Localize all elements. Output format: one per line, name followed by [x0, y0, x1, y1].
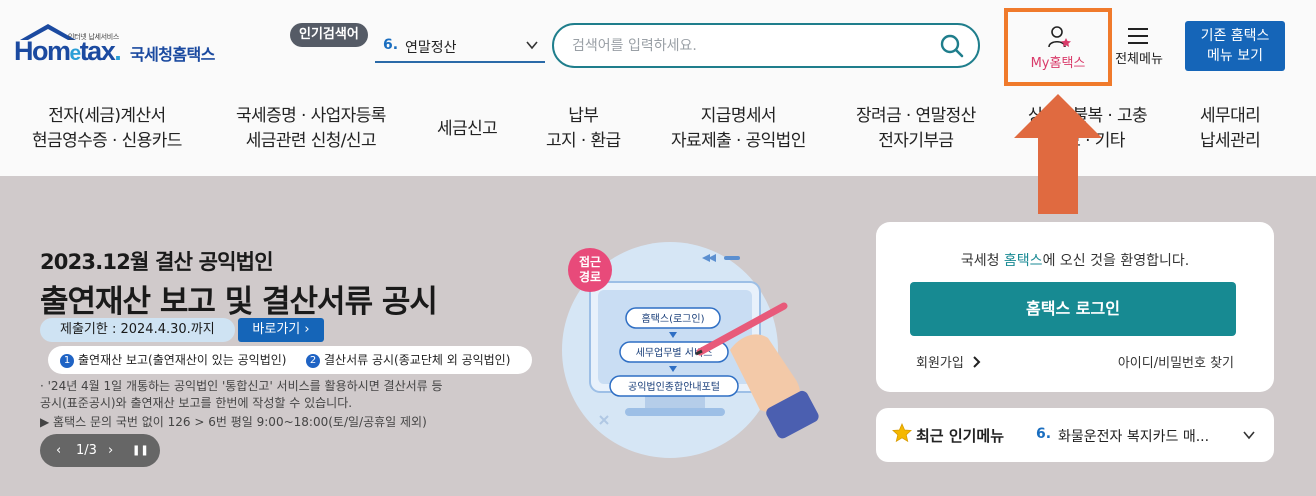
nav-label: 전자기부금	[878, 131, 954, 151]
number-badge: 2	[306, 354, 320, 368]
item-text: 결산서류 공시(종교단체 외 공익법인)	[324, 353, 511, 367]
welcome-text: 국세청 홈택스에 오신 것을 환영합니다.	[876, 250, 1274, 270]
search-icon[interactable]	[940, 34, 964, 58]
banner-note-1: · '24년 4월 1일 개통하는 공익법인 '통합신고' 서비스를 활용하시면…	[40, 379, 443, 393]
step-3: 공익법인종합안내포털	[628, 381, 720, 393]
main-content: 2023.12월 결산 공익법인 출연재산 보고 및 결산서류 공시 제출기한 …	[0, 176, 1316, 496]
promo-banner[interactable]: 2023.12월 결산 공익법인 출연재산 보고 및 결산서류 공시 제출기한 …	[0, 176, 860, 496]
my-hometax-button[interactable]: My홈택스	[1004, 8, 1112, 86]
nav-label: 전자(세금)계산서	[48, 106, 166, 126]
banner-item-1: 1 출연재산 보고(출연재산이 있는 공익법인)	[60, 346, 287, 374]
access-badge-line1: 접근	[579, 255, 601, 269]
nav-label: 국세증명 · 사업자등록	[236, 106, 386, 126]
welcome-highlight: 홈택스	[1003, 253, 1043, 269]
popular-menu-value: 화물운전자 복지카드 매...	[1058, 429, 1210, 445]
all-menu-label: 전체메뉴	[1115, 52, 1163, 67]
access-badge-line2: 경로	[579, 270, 601, 284]
banner-title-1: 2023.12월 결산 공익법인	[40, 250, 274, 274]
nav-payment[interactable]: 납부 고지 · 환급	[546, 104, 621, 154]
number-badge: 1	[60, 354, 74, 368]
popular-menu-rank: 6.	[1036, 426, 1052, 442]
old-hometax-line2: 메뉴 보기	[1207, 48, 1263, 64]
deadline-badge: 제출기한 : 2024.4.30.까지	[40, 318, 235, 342]
step-1: 홈택스(로그인)	[641, 312, 704, 325]
main-nav: 전자(세금)계산서 현금영수증 · 신용카드 국세증명 · 사업자등록 세금관련…	[0, 104, 1316, 160]
banner-items: 1 출연재산 보고(출연재산이 있는 공익법인) 2 결산서류 공시(종교단체 외 …	[48, 346, 532, 374]
welcome-pre: 국세청	[960, 253, 1004, 269]
find-account-link[interactable]: 아이디/비밀번호 찾기	[1118, 352, 1234, 371]
popular-search-select[interactable]: 6. 연말정산	[375, 32, 545, 63]
nav-label: 장려금 · 연말정산	[856, 106, 976, 126]
banner-illustration: 접근 경로 홈택스(로그인) 세무업무별 서비스 공익법인종합안내포털	[562, 242, 819, 458]
logo-wordmark: Hometax.	[14, 36, 122, 66]
item-text: 출연재산 보고(출연재산이 있는 공익법인)	[78, 353, 287, 367]
search-input[interactable]	[572, 34, 932, 58]
join-label: 회원가입	[916, 356, 964, 371]
nav-payment-statement[interactable]: 지급명세서 자료제출 · 공익법인	[671, 104, 806, 154]
nav-label: 지급명세서	[700, 106, 777, 126]
page-indicator: 1/3	[76, 443, 97, 458]
hamburger-icon	[1128, 28, 1148, 49]
banner-item-2: 2 결산서류 공시(종교단체 외 공익법인)	[306, 346, 510, 374]
nav-label: 고지 · 환급	[546, 131, 621, 151]
hometax-logo[interactable]: 인터넷 납세서비스 Hometax. 국세청홈택스	[12, 22, 242, 72]
nav-label: 납부	[568, 106, 599, 126]
chevron-down-icon[interactable]	[1242, 428, 1256, 442]
welcome-post: 에 오신 것을 환영합니다.	[1042, 253, 1190, 269]
nav-label: 현금영수증 · 신용카드	[32, 131, 182, 151]
nav-incentive[interactable]: 장려금 · 연말정산 전자기부금	[856, 104, 976, 154]
popular-menu-title: 최근 인기메뉴	[916, 427, 1005, 445]
old-hometax-button[interactable]: 기존 홈택스 메뉴 보기	[1185, 21, 1285, 71]
popular-rank: 6.	[383, 37, 399, 53]
user-icon	[1048, 26, 1071, 48]
annotation-arrow-icon	[1014, 94, 1102, 214]
nav-tax-agent[interactable]: 세무대리 납세관리	[1200, 104, 1261, 154]
chevron-right-icon	[973, 356, 981, 368]
next-icon[interactable]: ›	[108, 434, 113, 467]
all-menu-button[interactable]: 전체메뉴	[1110, 22, 1168, 70]
banner-note-3: ▶ 홈택스 문의 국번 없이 126 > 6번 평일 9:00~18:00(토/…	[40, 415, 427, 429]
chevron-down-icon	[526, 41, 538, 50]
nav-label: 납세관리	[1200, 131, 1261, 151]
nav-certificate[interactable]: 국세증명 · 사업자등록 세금관련 신청/신고	[236, 104, 386, 154]
nav-e-invoice[interactable]: 전자(세금)계산서 현금영수증 · 신용카드	[32, 104, 182, 154]
site-header: 인터넷 납세서비스 Hometax. 국세청홈택스 인기검색어 6. 연말정산 …	[0, 0, 1316, 176]
banner-note-2: 공시(표준공시)와 출연재산 보고를 한번에 작성할 수 있습니다.	[40, 396, 353, 410]
prev-icon[interactable]: ‹	[56, 434, 61, 467]
nav-tax-return[interactable]: 세금신고	[437, 117, 498, 142]
login-card: 국세청 홈택스에 오신 것을 환영합니다. 홈택스 로그인 회원가입 아이디/비…	[876, 222, 1274, 392]
banner-title-2: 출연재산 보고 및 결산서류 공시	[40, 284, 438, 320]
login-button[interactable]: 홈택스 로그인	[910, 282, 1236, 336]
nav-label: 세무대리	[1200, 106, 1261, 126]
popular-term: 연말정산	[405, 40, 457, 56]
pause-icon[interactable]: ❚❚	[132, 434, 149, 467]
search-box	[552, 23, 980, 68]
nav-label: 세금신고	[437, 119, 498, 139]
popular-search-badge: 인기검색어	[290, 23, 368, 47]
join-link[interactable]: 회원가입	[916, 352, 982, 371]
logo-korean: 국세청홈택스	[130, 45, 215, 64]
my-hometax-label: My홈택스	[1030, 56, 1086, 71]
popular-menu-card[interactable]: 최근 인기메뉴 6. 화물운전자 복지카드 매...	[876, 408, 1274, 462]
star-icon	[892, 423, 912, 443]
nav-label: 세금관련 신청/신고	[245, 131, 377, 151]
banner-pager: ‹ 1/3 › ❚❚	[40, 434, 160, 467]
shortcut-button[interactable]: 바로가기 ›	[238, 318, 324, 342]
nav-label: 자료제출 · 공익법인	[671, 131, 806, 151]
old-hometax-line1: 기존 홈택스	[1200, 28, 1270, 44]
